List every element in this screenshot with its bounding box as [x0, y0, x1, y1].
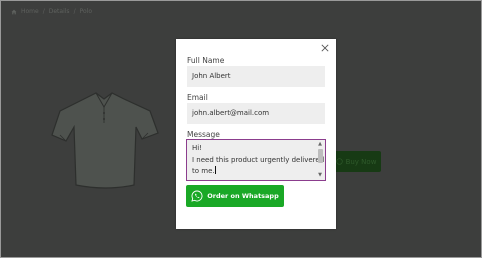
text-caret [215, 166, 216, 174]
breadcrumb-item-current: Polo [79, 8, 93, 15]
page-background: Home / Details / Polo Buy Now Full Name … [0, 0, 482, 258]
breadcrumb-item-home[interactable]: Home [21, 8, 39, 15]
order-on-whatsapp-label: Order on Whatsapp [207, 192, 279, 200]
full-name-label: Full Name [187, 56, 225, 65]
email-field[interactable]: john.albert@mail.com [187, 103, 325, 124]
buy-now-label: Buy Now [345, 157, 377, 166]
product-image-polo-shirt [51, 92, 159, 189]
message-line-last: to me. [192, 166, 315, 178]
textarea-scrollbar[interactable]: ▲ ▼ [317, 142, 323, 178]
order-on-whatsapp-button[interactable]: Order on Whatsapp [186, 185, 284, 207]
scrollbar-thumb[interactable] [317, 149, 323, 163]
full-name-field[interactable]: John Albert [187, 66, 325, 87]
breadcrumb-separator: / [73, 8, 76, 15]
close-icon [321, 44, 329, 52]
breadcrumb-separator: / [42, 8, 45, 15]
breadcrumb: Home / Details / Polo [11, 8, 92, 15]
whatsapp-icon [191, 190, 203, 202]
message-line: I need this product urgently delivered [192, 155, 325, 164]
home-icon [11, 9, 17, 14]
message-textarea[interactable]: Hi! I need this product urgently deliver… [186, 139, 326, 181]
breadcrumb-item-details[interactable]: Details [49, 8, 70, 15]
scroll-up-arrow-icon[interactable]: ▲ [317, 142, 323, 147]
message-line-text: to me. [192, 167, 215, 175]
close-button[interactable] [320, 43, 330, 53]
message-label: Message [187, 130, 220, 139]
message-line: Hi! [192, 144, 203, 152]
email-label: Email [187, 93, 208, 102]
scroll-down-arrow-icon[interactable]: ▼ [317, 173, 323, 178]
order-modal: Full Name John Albert Email john.albert@… [176, 39, 336, 229]
whatsapp-icon [335, 158, 343, 165]
buy-now-button: Buy Now [331, 151, 381, 172]
